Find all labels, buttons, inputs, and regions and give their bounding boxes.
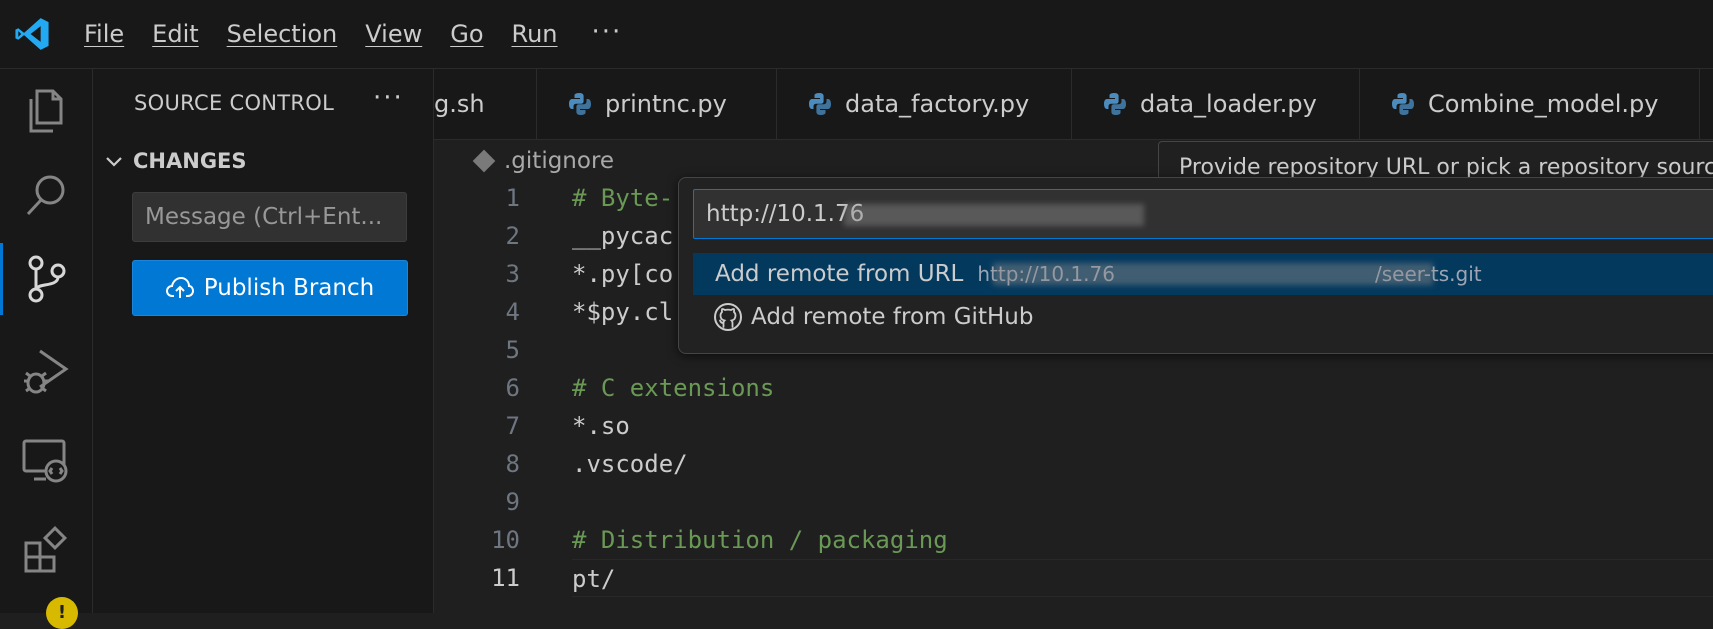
run-debug-button[interactable] (0, 329, 92, 413)
line-number: 6 (505, 374, 520, 402)
search-icon (26, 175, 65, 216)
option-label: Add remote from GitHub (751, 304, 1034, 330)
tab-label: printnc.py (605, 90, 727, 118)
tab-label: data_factory.py (845, 90, 1030, 118)
extensions-icon (24, 525, 68, 573)
breadcrumb-file: .gitignore (504, 148, 615, 174)
publish-branch-button[interactable]: Publish Branch (132, 260, 408, 316)
extensions-button[interactable] (0, 509, 92, 593)
activity-bar: ! (0, 69, 93, 629)
tab-label: g.sh (434, 90, 485, 118)
panel-title: SOURCE CONTROL (134, 91, 335, 115)
line-number: 3 (505, 260, 520, 288)
tab-label: data_loader.py (1140, 90, 1317, 118)
run-debug-icon (24, 349, 69, 394)
github-icon (714, 303, 742, 331)
tab-data-factory[interactable]: data_factory.py (777, 69, 1072, 139)
line-number-gutter: 1 2 3 4 5 6 7 8 9 10 11 (434, 179, 520, 597)
tab-printnc[interactable]: printnc.py (537, 69, 777, 139)
line-number: 8 (505, 450, 520, 478)
warning-badge-icon: ! (46, 597, 78, 629)
explorer-button[interactable] (0, 69, 92, 153)
line-number: 4 (505, 298, 520, 326)
menu-run[interactable]: Run (498, 0, 572, 68)
redacted-text (844, 204, 1144, 226)
changes-section-label: CHANGES (133, 149, 247, 173)
repository-url-value: http://10.1.76 (706, 201, 865, 227)
python-icon (809, 93, 831, 115)
title-bar: File Edit Selection View Go Run ··· (0, 0, 1713, 69)
code-line[interactable]: *.so (572, 407, 1713, 445)
code-line-current[interactable]: pt/ (572, 559, 1713, 597)
option-label: Add remote from URL (715, 261, 964, 287)
repository-url-input[interactable]: http://10.1.76 (693, 189, 1713, 239)
line-number: 5 (505, 336, 520, 364)
tab-label: Combine_model.py (1428, 90, 1659, 118)
vscode-logo-icon[interactable] (14, 16, 50, 52)
line-number: 1 (505, 184, 520, 212)
source-control-button[interactable] (0, 237, 92, 321)
option-add-remote-github[interactable]: Add remote from GitHub (693, 296, 1713, 338)
remote-explorer-icon (22, 439, 68, 483)
tab-combine-model[interactable]: Combine_model.py (1360, 69, 1700, 139)
python-icon (1392, 93, 1414, 115)
quick-input-widget: http://10.1.76 Add remote from URL http:… (678, 177, 1713, 354)
files-icon (29, 89, 63, 133)
code-line[interactable] (572, 483, 1713, 521)
line-number: 7 (505, 412, 520, 440)
cloud-upload-icon (165, 276, 194, 298)
breadcrumb[interactable]: .gitignore (472, 148, 615, 174)
tab-sh-file[interactable]: g.sh (434, 69, 537, 139)
line-number: 9 (505, 488, 520, 516)
python-icon (1104, 93, 1126, 115)
changes-section-header[interactable]: CHANGES (103, 149, 247, 173)
code-line[interactable]: # Distribution / packaging (572, 521, 1713, 559)
menu-go[interactable]: Go (436, 0, 497, 68)
python-icon (569, 93, 591, 115)
option-add-remote-url[interactable]: Add remote from URL http://10.1.76 /seer… (693, 253, 1713, 295)
panel-more-actions-button[interactable]: ··· (373, 83, 404, 113)
line-number: 10 (491, 526, 520, 554)
search-button[interactable] (0, 153, 92, 237)
source-control-panel: SOURCE CONTROL ··· CHANGES Message (Ctrl… (93, 69, 434, 613)
code-line[interactable]: # C extensions (572, 369, 1713, 407)
tab-data-loader[interactable]: data_loader.py (1072, 69, 1360, 139)
publish-branch-label: Publish Branch (203, 275, 375, 301)
menu-more-button[interactable]: ··· (572, 0, 643, 68)
git-file-icon (472, 149, 496, 173)
menu-file[interactable]: File (70, 0, 138, 68)
code-line[interactable]: .vscode/ (572, 445, 1713, 483)
menu-edit[interactable]: Edit (138, 0, 212, 68)
source-control-icon (28, 255, 66, 303)
line-number-current: 11 (491, 564, 520, 592)
line-number: 2 (505, 222, 520, 250)
menu-view[interactable]: View (351, 0, 436, 68)
chevron-down-icon (106, 157, 122, 167)
menu-selection[interactable]: Selection (213, 0, 352, 68)
menu-bar: File Edit Selection View Go Run ··· (70, 0, 642, 68)
editor-tabs: g.sh printnc.py data_factory.py data_loa… (434, 69, 1713, 140)
commit-message-input[interactable]: Message (Ctrl+Ent... (132, 192, 407, 242)
redacted-text (993, 263, 1433, 285)
remote-explorer-button[interactable] (0, 419, 92, 503)
